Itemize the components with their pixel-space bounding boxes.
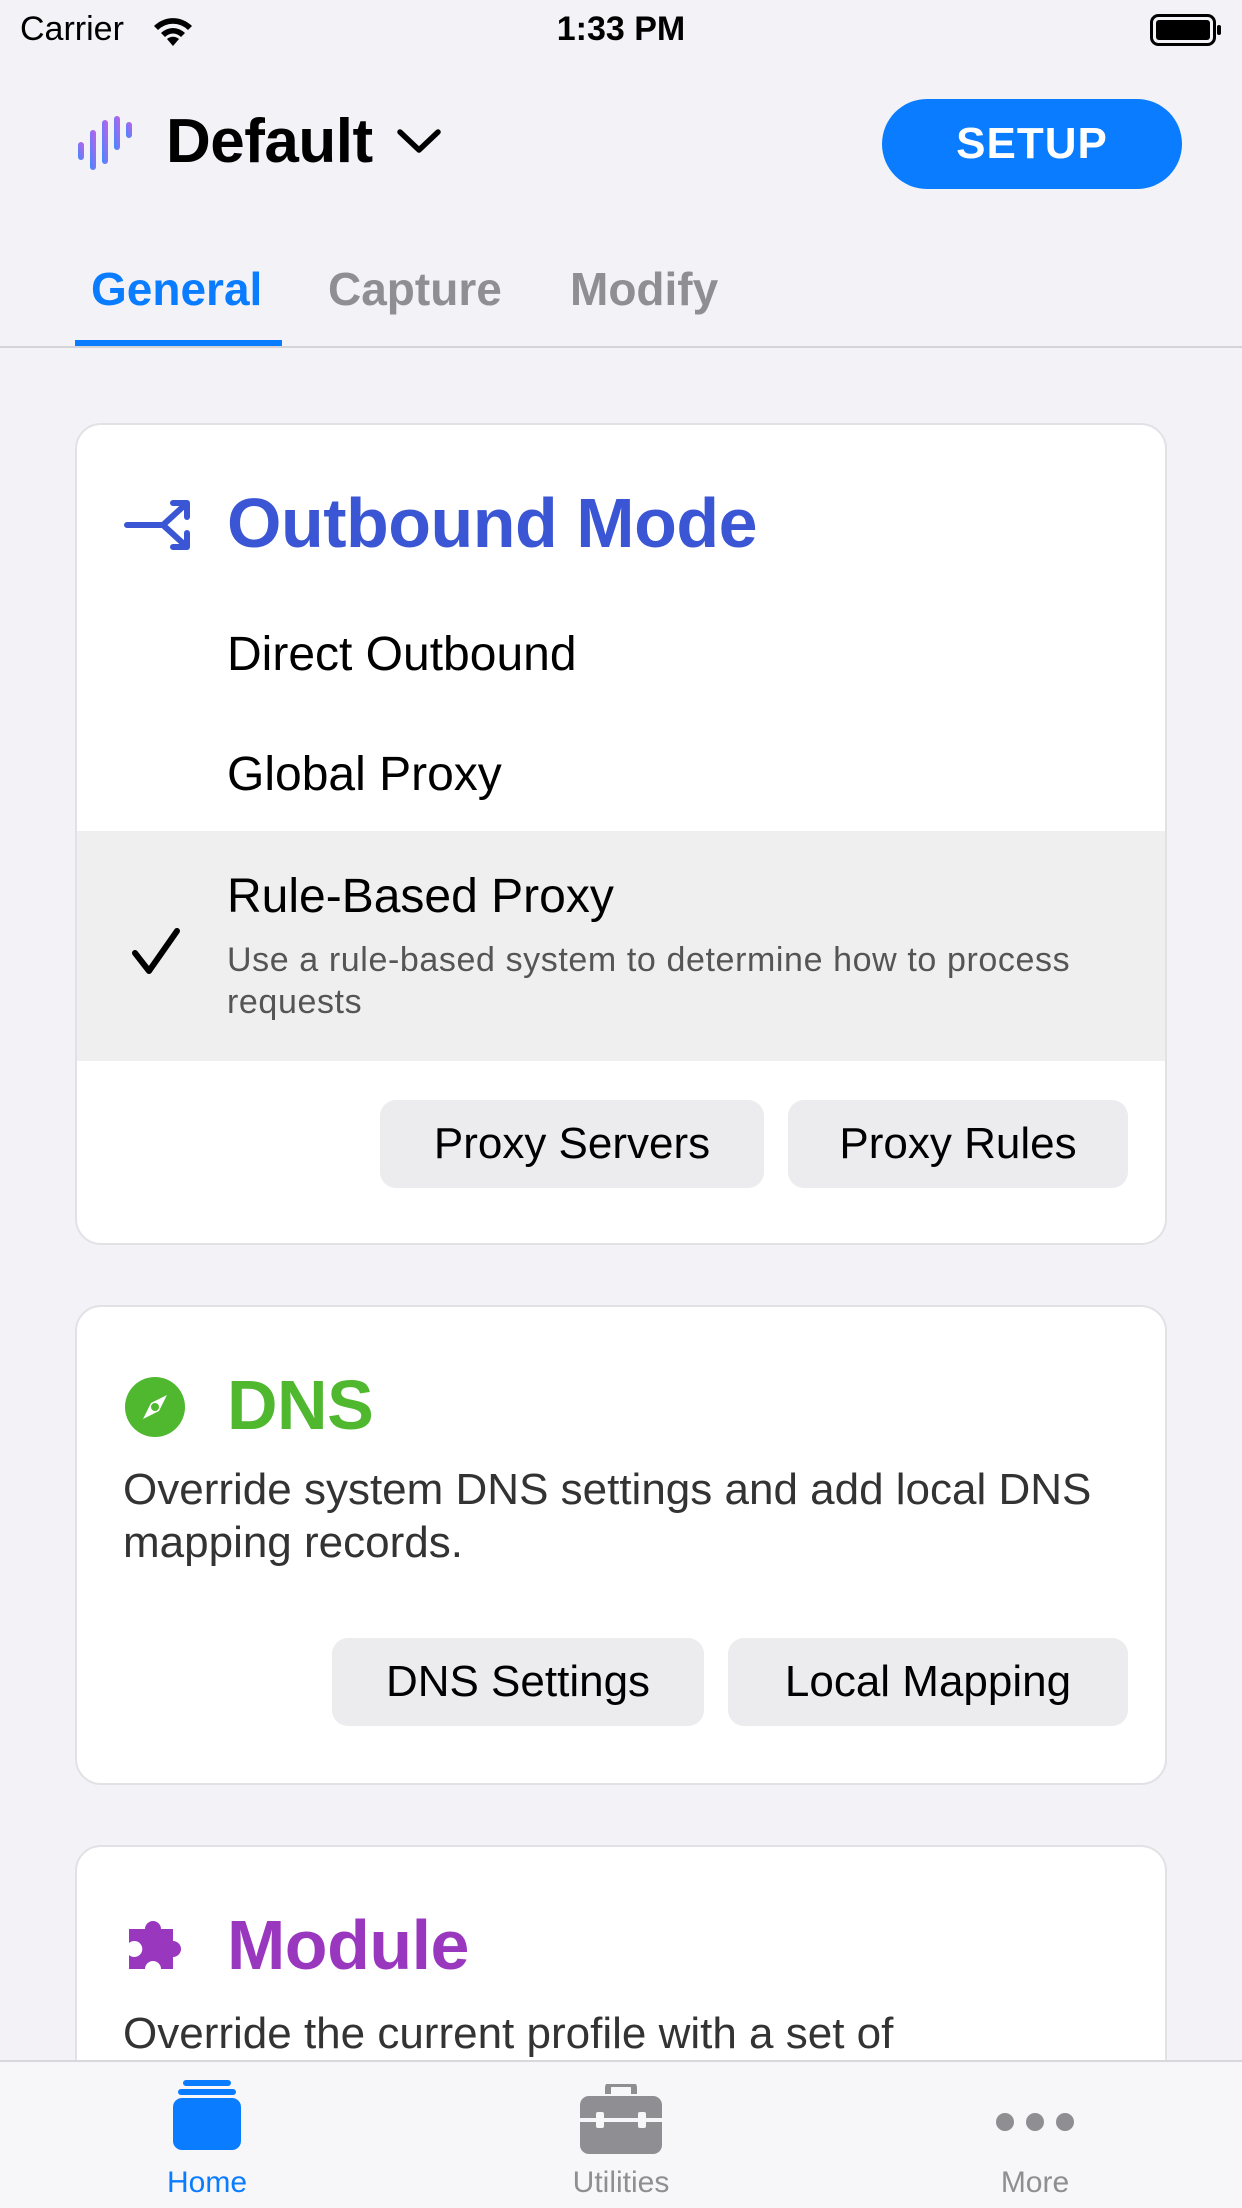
chevron-down-icon[interactable] (394, 124, 444, 160)
option-global-proxy[interactable]: Global Proxy (227, 747, 502, 802)
proxy-servers-button[interactable]: Proxy Servers (380, 1100, 764, 1188)
tab-modify[interactable]: Modify (570, 262, 718, 316)
profile-name[interactable]: Default (166, 106, 373, 177)
dns-card: DNS Override system DNS settings and add… (75, 1305, 1167, 1785)
option-rule-based-proxy[interactable]: Rule-Based Proxy Use a rule-based system… (77, 831, 1165, 1061)
header: Default SETUP (0, 62, 1242, 222)
tabbar-more[interactable]: More (828, 2062, 1242, 2208)
app-screen: Carrier 1:33 PM Default SETUP General Ca… (0, 0, 1242, 2208)
proxy-rules-button[interactable]: Proxy Rules (788, 1100, 1128, 1188)
battery-icon (1150, 14, 1221, 46)
tabbar-label: Utilities (572, 2166, 670, 2199)
clock: 1:33 PM (556, 10, 686, 48)
outbound-branch-icon (124, 500, 190, 550)
outbound-mode-title: Outbound Mode (227, 484, 758, 562)
option-label: Rule-Based Proxy (227, 870, 614, 923)
puzzle-piece-icon (129, 1921, 181, 1969)
dns-title: DNS (227, 1366, 374, 1444)
tab-general[interactable]: General (91, 262, 262, 316)
tab-indicator (75, 340, 282, 346)
app-logo-icon (78, 116, 132, 170)
module-title: Module (227, 1906, 469, 1984)
tabbar-utilities[interactable]: Utilities (414, 2062, 828, 2208)
checkmark-icon (132, 928, 180, 974)
local-mapping-button[interactable]: Local Mapping (728, 1638, 1128, 1726)
home-icon (173, 2080, 241, 2150)
option-direct-outbound[interactable]: Direct Outbound (227, 627, 577, 682)
more-icon (996, 2113, 1074, 2131)
tabbar-label: More (1000, 2166, 1070, 2199)
toolbox-icon (580, 2084, 662, 2154)
dns-settings-button[interactable]: DNS Settings (332, 1638, 704, 1726)
option-description: Use a rule-based system to determine how… (227, 941, 1071, 1021)
module-description: Override the current profile with a set … (123, 2009, 894, 2058)
compass-icon (125, 1377, 185, 1437)
bottom-tab-bar: Home Utilities More (0, 2060, 1242, 2208)
outbound-mode-card: Outbound Mode Direct Outbound Global Pro… (75, 423, 1167, 1245)
status-bar: Carrier 1:33 PM (0, 0, 1242, 62)
tabbar-label: Home (166, 2166, 248, 2199)
setup-button[interactable]: SETUP (882, 99, 1182, 189)
tabbar-home[interactable]: Home (0, 2062, 414, 2208)
tab-capture[interactable]: Capture (328, 262, 502, 316)
dns-description: Override system DNS settings and add loc… (123, 1465, 1092, 1567)
segment-tabs: General Capture Modify (0, 222, 1242, 348)
